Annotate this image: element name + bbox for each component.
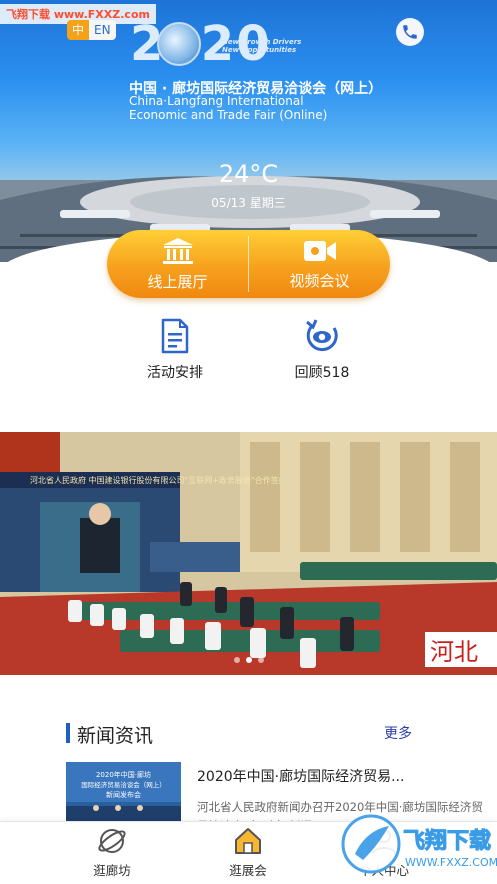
phone-button[interactable]: [396, 18, 424, 46]
activity-schedule-label: 活动安排: [147, 365, 203, 381]
review-eye-icon: [306, 319, 338, 352]
review-518-shortcut[interactable]: 回顾518: [267, 318, 377, 382]
lang-zh-option[interactable]: 中: [67, 20, 90, 40]
exhibition-hall-icon: [162, 237, 193, 264]
online-exhibition-button[interactable]: 线上展厅: [107, 230, 248, 298]
watermark-url: WWW.FXXZ.COM: [405, 856, 497, 869]
logo-tagline-1: New Growth Drivers: [222, 38, 302, 46]
banner-screen-caption: 河北省人民政府 中国建设银行股份有限公司"互联网+政务服务"合作签约仪式: [30, 476, 280, 485]
planet-icon: [98, 829, 126, 853]
online-exhibition-label: 线上展厅: [147, 272, 208, 291]
news-thumbnail: 2020年中国·廊坊 国际经济贸易洽谈会（网上） 新闻发布会: [66, 762, 181, 824]
tab-explore-langfang[interactable]: 逛廊坊: [62, 826, 162, 879]
document-icon: [161, 318, 189, 354]
review-518-label: 回顾518: [294, 365, 350, 381]
news-section-title: 新闻资讯: [77, 725, 154, 747]
thumbnail-line-2: 国际经济贸易洽谈会（网上）: [81, 781, 166, 789]
tab-label: 逛展会: [229, 863, 267, 878]
tab-label: 逛廊坊: [93, 863, 131, 878]
video-camera-icon: [303, 240, 336, 261]
thumbnail-line-3: 新闻发布会: [106, 791, 141, 799]
logo-tagline-2: New Opportunities: [222, 46, 297, 54]
phone-icon: [403, 25, 417, 39]
fair-title-en-line1: China·Langfang International: [129, 94, 304, 108]
language-toggle[interactable]: 中 EN: [67, 20, 116, 40]
carousel-indicators: [0, 657, 497, 663]
fair-title-en-line2: Economic and Trade Fair (Online): [129, 108, 328, 122]
news-photo-carousel[interactable]: 河北 河北省人民政府 中国建设银行股份有限公司"互联网+政务服务"合作签约仪式: [0, 432, 497, 675]
conference-photo: 河北: [0, 432, 497, 675]
section-accent-bar: [66, 723, 70, 743]
news-section-header: 新闻资讯 更多: [66, 720, 416, 747]
tab-explore-fair[interactable]: 逛展会: [198, 826, 298, 879]
globe-logo-icon: [157, 22, 201, 66]
activity-schedule-shortcut[interactable]: 活动安排: [120, 318, 230, 382]
carousel-dot[interactable]: [233, 657, 240, 663]
temperature: 24°C: [218, 160, 279, 188]
watermark-brand: 飞翔下载: [403, 828, 491, 854]
video-conference-button[interactable]: 视频会议: [249, 230, 390, 298]
date-weekday: 05/13 星期三: [211, 196, 286, 210]
news-item-title: 2020年中国·廊坊国际经济贸易...: [197, 769, 405, 785]
carousel-dot[interactable]: [257, 657, 264, 663]
main-action-bar: 线上展厅 视频会议: [107, 230, 390, 298]
home-icon: [235, 828, 261, 854]
video-conference-label: 视频会议: [289, 271, 350, 290]
carousel-dot-active[interactable]: [245, 657, 252, 663]
fxxz-watermark-logo: 飞翔下载 WWW.FXXZ.COM: [341, 814, 497, 874]
lang-en-option[interactable]: EN: [89, 20, 116, 40]
news-more-link[interactable]: 更多: [384, 723, 412, 743]
hero-banner: 飞翔下载 www.FXXZ.com 中 EN 2020 New Growth D…: [0, 0, 497, 262]
